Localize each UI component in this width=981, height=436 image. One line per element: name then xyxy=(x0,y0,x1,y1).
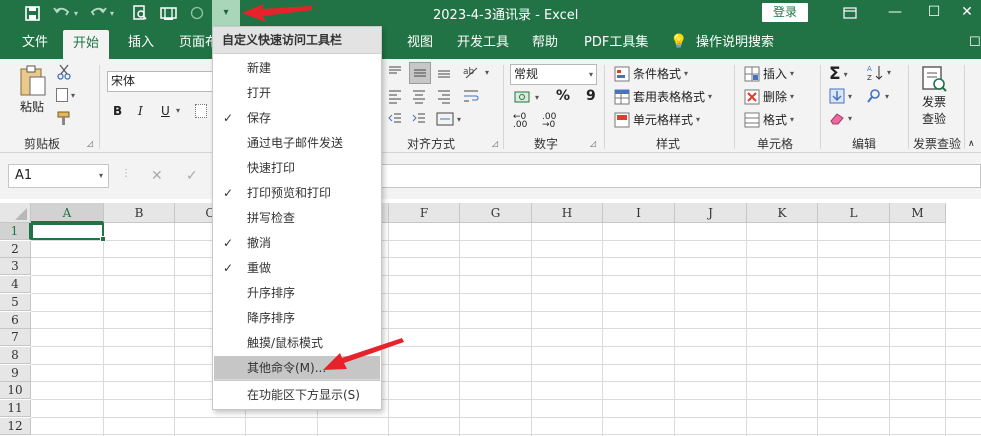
red-arrow-menu xyxy=(323,338,404,370)
annotation-arrows xyxy=(242,4,404,370)
red-arrow-top xyxy=(242,4,312,22)
